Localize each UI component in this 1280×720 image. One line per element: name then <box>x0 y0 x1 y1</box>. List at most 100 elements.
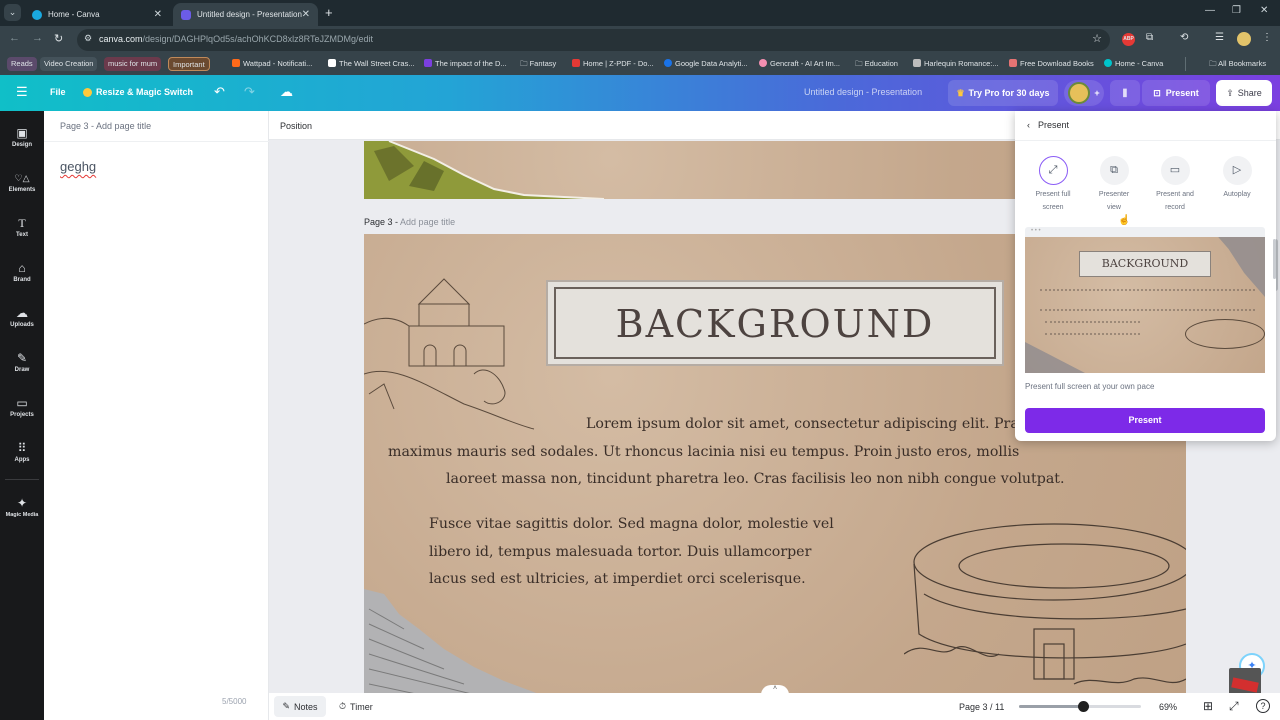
rail-item-design[interactable]: ▣ Design <box>0 121 44 161</box>
notes-textarea[interactable]: geghg <box>60 159 96 174</box>
zoom-slider-thumb[interactable] <box>1077 701 1089 712</box>
fullscreen-icon[interactable]: ⤢ <box>1229 699 1239 714</box>
canva-favicon-icon <box>181 9 191 20</box>
bookmark-zpdf[interactable]: Home | Z-PDF - Do... <box>568 57 658 71</box>
notes-page-heading: Page 3 - Add page title <box>60 121 152 131</box>
bookmark-video-creation[interactable]: Video Creation <box>40 57 98 71</box>
restore-window-icon[interactable]: ❐ <box>1232 5 1241 16</box>
document-title[interactable]: Untitled design - Presentation <box>804 87 922 97</box>
back-icon[interactable]: ← <box>9 32 20 44</box>
bookmark-folder-fantasy[interactable]: 🗀 Fantasy <box>516 57 560 71</box>
rail-item-text[interactable]: T Text <box>0 211 44 251</box>
slide-paragraph-2[interactable]: Fusce vitae sagittis dolor. Sed magna do… <box>429 511 834 594</box>
close-tab-icon[interactable]: ✕ <box>302 9 310 20</box>
collaborators[interactable]: + <box>1064 80 1104 106</box>
try-pro-button[interactable]: ♛ Try Pro for 30 days <box>948 80 1058 106</box>
present-panel-header: ‹ Present <box>1027 120 1070 130</box>
browser-toolbar: ← → ↻ ⚙ canva.com/design/DAGHPlqOd5s/ach… <box>0 26 1280 53</box>
rail-item-draw[interactable]: ✎ Draw <box>0 346 44 386</box>
history-icon[interactable]: ⟲ <box>1180 32 1188 43</box>
rail-item-projects[interactable]: ▭ Projects <box>0 391 44 431</box>
video-camera-icon: ▭ <box>1160 156 1190 185</box>
bookmark-wall-street[interactable]: The Wall Street Cras... <box>324 57 419 71</box>
present-header-button[interactable]: ⊡ Present <box>1142 80 1210 106</box>
insights-button[interactable]: ⫼ <box>1110 80 1140 106</box>
new-tab-button[interactable]: + <box>325 5 333 20</box>
share-button[interactable]: ⇪ Share <box>1216 80 1272 106</box>
crown-icon: ♛ <box>956 87 965 98</box>
bookmark-music-for-mum[interactable]: music for mum <box>104 57 162 71</box>
option-present-and-record[interactable]: ▭ Present and record <box>1147 156 1203 214</box>
coursera-icon <box>664 59 672 67</box>
redo-icon[interactable]: ↷ <box>244 84 255 100</box>
grid-view-icon[interactable]: ⊞ <box>1203 699 1213 713</box>
bookmark-folder-education[interactable]: 🗀 Education <box>851 57 902 71</box>
reload-icon[interactable]: ↻ <box>54 32 63 45</box>
option-present-full-screen[interactable]: ⤢ Present full screen <box>1025 156 1081 214</box>
tab-search-button[interactable]: ⌄ <box>4 4 21 21</box>
user-avatar[interactable] <box>1068 82 1091 104</box>
adblock-extension-icon[interactable]: ABP <box>1122 33 1135 46</box>
profile-avatar[interactable] <box>1237 32 1251 46</box>
position-button[interactable]: Position <box>280 121 312 131</box>
zoom-percentage[interactable]: 69% <box>1159 702 1177 712</box>
foliage-decoration <box>364 141 604 199</box>
all-bookmarks-button[interactable]: 🗀 All Bookmarks <box>1205 57 1270 71</box>
bookmark-star-icon[interactable]: ☆ <box>1092 32 1102 45</box>
address-bar[interactable]: ⚙ canva.com/design/DAGHPlqOd5s/achOhKCD8… <box>77 29 1110 51</box>
rail-item-uploads[interactable]: ☁ Uploads <box>0 301 44 341</box>
forward-icon[interactable]: → <box>32 32 43 44</box>
bookmark-reads[interactable]: Reads <box>7 57 37 71</box>
page-title-input[interactable]: Add page title <box>96 121 151 131</box>
cloud-saved-icon[interactable]: ☁ <box>280 84 293 100</box>
expand-pages-toggle[interactable]: ˄ <box>761 685 789 693</box>
close-window-icon[interactable]: ✕ <box>1260 5 1268 16</box>
canva-favicon-icon <box>32 9 42 20</box>
option-presenter-view[interactable]: ⧉ Presenter view <box>1086 156 1142 214</box>
rail-item-elements[interactable]: ♡△ Elements <box>0 166 44 206</box>
red-key-image <box>1231 677 1259 693</box>
magic-media-icon: ✦ <box>16 496 28 510</box>
rail-item-brand[interactable]: ⌂ Brand <box>0 256 44 296</box>
bookmark-gencraft[interactable]: Gencraft - AI Art Im... <box>755 57 844 71</box>
bookmark-harlequin[interactable]: Harlequin Romance:... <box>909 57 1003 71</box>
bookmark-impact[interactable]: The impact of the D... <box>420 57 511 71</box>
notes-button[interactable]: ✎ Notes <box>274 696 326 717</box>
bookmark-free-books[interactable]: Free Download Books <box>1005 57 1098 71</box>
reading-list-icon[interactable]: ☰ <box>1215 32 1224 43</box>
panel-scrollbar[interactable] <box>1273 239 1276 279</box>
resize-magic-switch-button[interactable]: Resize & Magic Switch <box>96 87 193 97</box>
add-collaborator-icon[interactable]: + <box>1094 88 1099 98</box>
canvas-page-title-input[interactable]: Add page title <box>400 217 455 227</box>
file-menu[interactable]: File <box>50 87 66 97</box>
draw-pen-icon: ✎ <box>16 351 28 365</box>
site-info-icon[interactable]: ⚙ <box>84 33 92 44</box>
main-menu-icon[interactable]: ☰ <box>16 84 28 100</box>
bookmark-wattpad[interactable]: Wattpad - Notificati... <box>228 57 316 71</box>
bookmark-google-data[interactable]: Google Data Analyti... <box>660 57 752 71</box>
browser-menu-icon[interactable]: ⋮ <box>1262 32 1272 43</box>
option-autoplay[interactable]: ▷ Autoplay <box>1209 156 1265 201</box>
undo-icon[interactable]: ↶ <box>214 84 225 100</box>
present-button[interactable]: Present <box>1025 408 1265 433</box>
bookmarks-bar: Reads Video Creation music for mum Impor… <box>0 53 1280 75</box>
title-box[interactable]: BACKGROUND <box>546 280 1004 366</box>
timer-button[interactable]: ⏱ Timer <box>339 696 373 717</box>
browser-tab-home-canva[interactable]: Home - Canva ✕ <box>24 3 170 26</box>
canva-favicon-icon <box>1104 59 1112 67</box>
zoom-slider[interactable] <box>1019 701 1141 712</box>
gencraft-icon <box>759 59 767 67</box>
text-icon: T <box>18 216 26 230</box>
rail-item-apps[interactable]: ⠿ Apps <box>0 436 44 476</box>
back-chevron-icon[interactable]: ‹ <box>1027 120 1030 130</box>
rail-item-magic-media[interactable]: ✦ Magic Media <box>0 491 44 531</box>
extensions-icon[interactable]: ⧉ <box>1146 32 1153 43</box>
bookmark-important[interactable]: Important <box>168 57 210 71</box>
slide-title[interactable]: BACKGROUND <box>548 302 1002 346</box>
close-tab-icon[interactable]: ✕ <box>154 9 162 20</box>
bookmark-home-canva[interactable]: Home - Canva <box>1100 57 1167 71</box>
page-indicator[interactable]: Page 3 / 11 <box>959 702 1004 712</box>
browser-tab-untitled-design[interactable]: Untitled design - Presentation ✕ <box>173 3 318 26</box>
help-icon[interactable]: ? <box>1256 699 1270 713</box>
minimize-window-icon[interactable]: — <box>1205 5 1215 16</box>
